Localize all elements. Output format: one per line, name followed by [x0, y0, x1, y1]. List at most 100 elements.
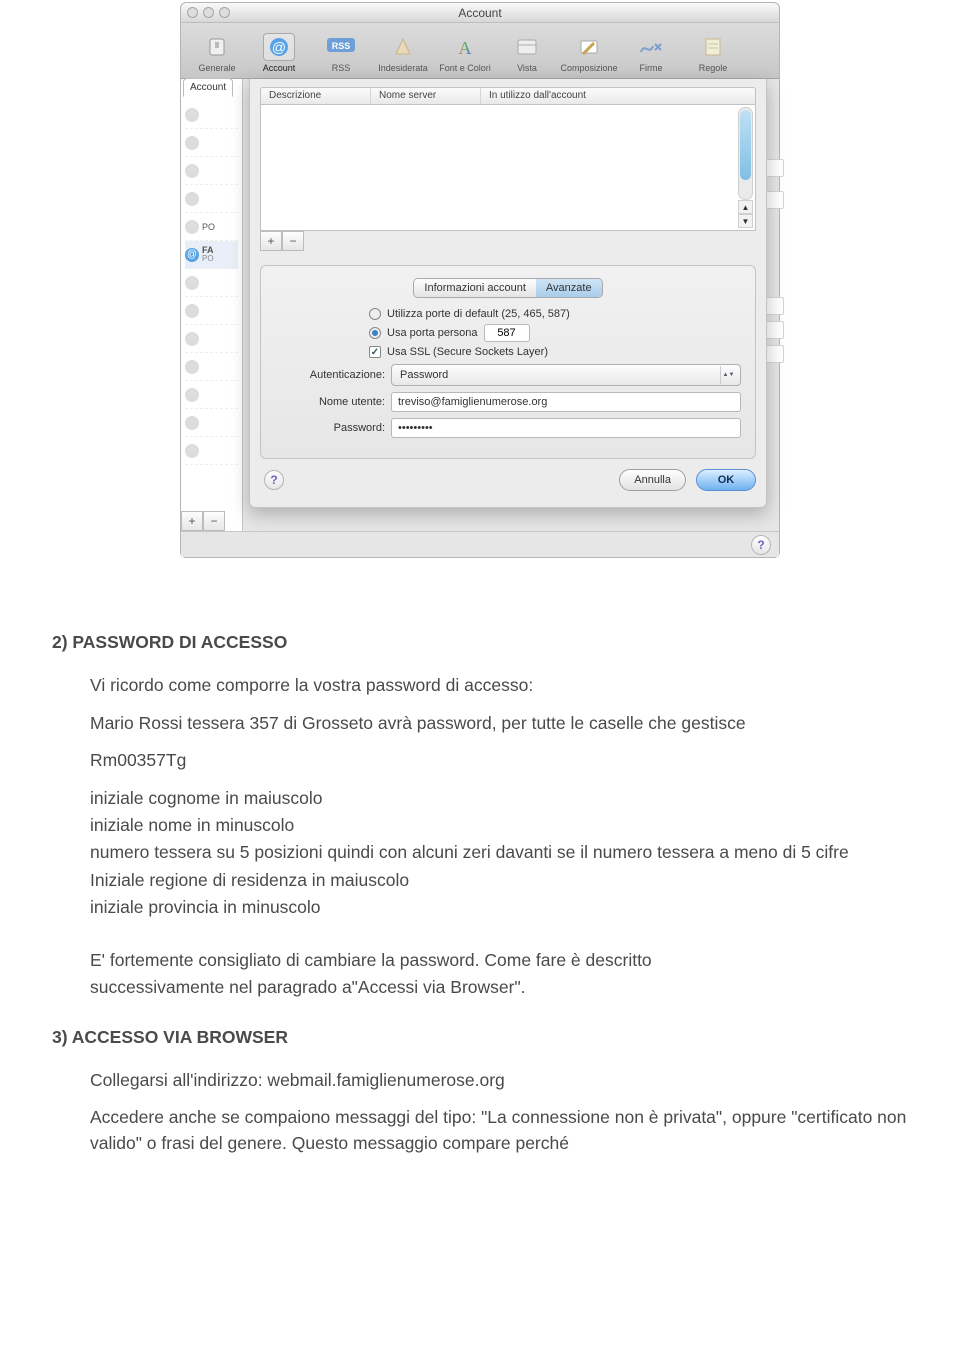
paragraph: Accedere anche se compaiono messaggi del… — [90, 1105, 908, 1156]
list-item: iniziale nome in minuscolo — [90, 813, 908, 838]
sidebar-row[interactable] — [185, 269, 238, 297]
remove-server-button[interactable]: − — [282, 231, 304, 251]
toolbar-label: Generale — [198, 63, 235, 73]
help-button[interactable]: ? — [264, 470, 284, 490]
password-input[interactable]: ••••••••• — [391, 418, 741, 438]
toolbar-fonts[interactable]: A Font e Colori — [435, 27, 495, 75]
preferences-window: Account Generale @ Account — [180, 2, 780, 558]
tab-advanced[interactable]: Avanzate — [536, 279, 602, 297]
sidebar-row[interactable] — [185, 129, 238, 157]
window-footer: ? — [181, 531, 779, 557]
password-value: ••••••••• — [398, 422, 433, 434]
prefs-toolbar: Generale @ Account RSS RSS — [181, 23, 779, 79]
auth-label: Autenticazione: — [275, 369, 385, 381]
segmented-control: Informazioni account Avanzate — [413, 278, 602, 298]
toolbar-generale[interactable]: Generale — [187, 27, 247, 75]
toolbar-label: Font e Colori — [439, 63, 491, 73]
toolbar-label: Firme — [640, 63, 663, 73]
toolbar-account[interactable]: @ Account — [249, 27, 309, 75]
sidebar-row[interactable] — [185, 437, 238, 465]
th-server[interactable]: Nome server — [371, 88, 481, 104]
sidebar-tab[interactable]: Account — [183, 78, 233, 97]
list-item: numero tessera su 5 posizioni quindi con… — [90, 840, 908, 865]
svg-text:@: @ — [272, 39, 286, 55]
document-body: 2) PASSWORD DI ACCESSO Vi ricordo come c… — [0, 566, 960, 1198]
accounts-sidebar: Account PO @ FA PO — [181, 79, 243, 531]
custom-port-input[interactable] — [484, 324, 530, 342]
sidebar-row[interactable] — [185, 157, 238, 185]
toolbar-compose[interactable]: Composizione — [559, 27, 619, 75]
toolbar-view[interactable]: Vista — [497, 27, 557, 75]
sidebar-row[interactable] — [185, 297, 238, 325]
sidebar-row[interactable] — [185, 185, 238, 213]
checkbox-ssl[interactable] — [369, 346, 381, 358]
paragraph: Mario Rossi tessera 357 di Grosseto avrà… — [90, 711, 908, 736]
radio-default-ports-label: Utilizza porte di default (25, 465, 587) — [387, 308, 570, 320]
toolbar-label: Account — [263, 63, 296, 73]
username-label: Nome utente: — [275, 396, 385, 408]
scroll-down-icon[interactable]: ▼ — [738, 214, 753, 228]
username-input[interactable]: treviso@famiglienumerose.org — [391, 392, 741, 412]
toolbar-label: RSS — [332, 63, 351, 73]
window-titlebar: Account — [181, 3, 779, 23]
at-icon: @ — [263, 33, 295, 61]
auth-select[interactable]: Password ▲▼ — [391, 364, 741, 386]
scrollbar-track[interactable] — [738, 107, 753, 200]
username-value: treviso@famiglienumerose.org — [398, 396, 547, 408]
cancel-button[interactable]: Annulla — [619, 469, 686, 491]
toolbar-label: Vista — [517, 63, 537, 73]
window-title: Account — [181, 6, 779, 20]
view-icon — [511, 33, 543, 61]
svg-text:RSS: RSS — [332, 41, 351, 51]
toolbar-junk[interactable]: Indesiderata — [373, 27, 433, 75]
sidebar-row[interactable]: @ FA PO — [185, 241, 238, 269]
scrollbar[interactable]: ▲ ▼ — [738, 107, 753, 228]
svg-text:A: A — [459, 38, 472, 58]
sidebar-row[interactable] — [185, 381, 238, 409]
toolbar-rss[interactable]: RSS RSS — [311, 27, 371, 75]
sign-icon — [635, 33, 667, 61]
password-label: Password: — [275, 422, 385, 434]
sidebar-row[interactable] — [185, 325, 238, 353]
sheet-content: ▲▼ Descrizione Nome server In utilizzo d… — [243, 79, 779, 531]
toolbar-signatures[interactable]: Firme — [621, 27, 681, 75]
list-item: iniziale cognome in maiuscolo — [90, 786, 908, 811]
paragraph: Rm00357Tg — [90, 748, 908, 773]
help-button[interactable]: ? — [751, 535, 771, 555]
toolbar-label: Indesiderata — [378, 63, 428, 73]
chevron-updown-icon: ▲▼ — [720, 366, 736, 384]
ok-button[interactable]: OK — [696, 469, 756, 491]
advanced-panel: Informazioni account Avanzate Utilizza p… — [260, 265, 756, 459]
font-icon: A — [449, 33, 481, 61]
radio-custom-port[interactable] — [369, 327, 381, 339]
th-inuse[interactable]: In utilizzo dall'account — [481, 88, 755, 104]
section-heading: 2) PASSWORD DI ACCESSO — [52, 630, 908, 655]
paragraph: successivamente nel paragrado a"Accessi … — [90, 975, 908, 1000]
add-account-button[interactable]: + — [181, 511, 203, 531]
slider-icon — [201, 33, 233, 61]
scrollbar-thumb[interactable] — [740, 110, 751, 180]
sidebar-row[interactable]: PO — [185, 213, 238, 241]
scroll-up-icon[interactable]: ▲ — [738, 200, 753, 214]
sidebar-row[interactable] — [185, 353, 238, 381]
radio-default-ports[interactable] — [369, 308, 381, 320]
list-item: iniziale provincia in minuscolo — [90, 895, 908, 920]
section-heading: 3) ACCESSO VIA BROWSER — [52, 1025, 908, 1050]
at-icon: @ — [185, 248, 199, 262]
toolbar-rules[interactable]: Regole — [683, 27, 743, 75]
sidebar-row[interactable] — [185, 101, 238, 129]
add-server-button[interactable]: + — [260, 231, 282, 251]
paragraph: Collegarsi all'indirizzo: webmail.famigl… — [90, 1068, 908, 1093]
junk-icon — [387, 33, 419, 61]
paragraph: Vi ricordo come comporre la vostra passw… — [90, 673, 908, 698]
auth-select-value: Password — [400, 369, 448, 381]
toolbar-label: Composizione — [560, 63, 617, 73]
sidebar-row[interactable] — [185, 409, 238, 437]
rss-icon: RSS — [325, 33, 357, 61]
toolbar-label: Regole — [699, 63, 728, 73]
servers-table-body[interactable]: ▲ ▼ — [260, 105, 756, 231]
tab-account-info[interactable]: Informazioni account — [414, 279, 536, 297]
compose-icon — [573, 33, 605, 61]
th-description[interactable]: Descrizione — [261, 88, 371, 104]
remove-account-button[interactable]: − — [203, 511, 225, 531]
